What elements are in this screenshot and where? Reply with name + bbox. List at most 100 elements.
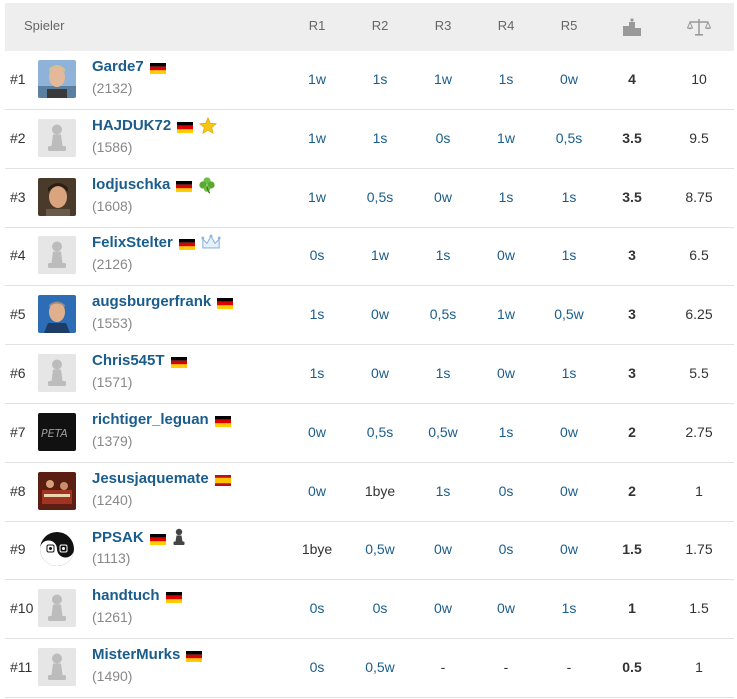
player-name-link[interactable]: PPSAK (92, 528, 186, 546)
table-row[interactable]: #11 MisterMurks (1490) 0s 0,5w - - - 0.5 1 (5, 639, 734, 698)
avatar[interactable] (38, 236, 76, 275)
round-1-result[interactable]: 0s (287, 247, 347, 263)
table-row[interactable]: #7 PETA richtiger_leguan (1379) 0w 0,5s 0,5w 1s… (5, 404, 734, 463)
avatar[interactable] (38, 60, 76, 98)
player-name-link[interactable]: FelixStelter (92, 234, 221, 251)
player-name-link[interactable]: augsburgerfrank (92, 293, 234, 310)
player-name-link[interactable]: richtiger_leguan (92, 411, 231, 428)
round-2-result[interactable]: 1w (350, 247, 410, 263)
round-2-result[interactable]: 0w (350, 365, 410, 381)
player-name-link[interactable]: Garde7 (92, 58, 166, 75)
avatar[interactable] (38, 177, 76, 216)
round-1-result[interactable]: 0w (287, 483, 347, 499)
round-4-result[interactable]: 1w (476, 130, 536, 146)
round-4-result[interactable]: 0w (476, 600, 536, 616)
avatar[interactable] (38, 589, 76, 628)
table-row[interactable]: #2 HAJDUK72 (1586) 1w 1s 0s 1w 0,5s 3.5 9.5 (5, 110, 734, 169)
round-2-result[interactable]: 1s (350, 71, 410, 87)
round-4-result[interactable]: 1s (476, 71, 536, 87)
header-round-3[interactable]: R3 (423, 18, 463, 33)
round-1-result[interactable]: 1w (287, 189, 347, 205)
round-5-result[interactable]: 0w (539, 71, 599, 87)
round-3-result[interactable]: 0,5w (413, 424, 473, 440)
avatar[interactable]: PETA (38, 412, 76, 451)
round-3-result[interactable]: 0s (413, 130, 473, 146)
round-4-result[interactable]: 1s (476, 189, 536, 205)
table-row[interactable]: #3 lodjuschka (1608) 1w 0,5s 0w 1s 1s 3.5 8.75 (5, 169, 734, 228)
round-5-result[interactable]: 0w (539, 541, 599, 557)
table-row[interactable]: #5 augsburgerfrank (1553) 1s 0w 0,5s 1w 0,5w 3 6.… (5, 286, 734, 346)
player-name[interactable]: Jesusjaquemate (92, 470, 209, 487)
round-2-result[interactable]: 1s (350, 130, 410, 146)
round-2-result[interactable]: 0,5w (350, 659, 410, 675)
table-row[interactable]: #1 Garde7 (2132) 1w 1s 1w 1s 0w 4 10 (5, 51, 734, 110)
avatar[interactable] (38, 354, 76, 392)
round-4-result[interactable]: 0s (476, 483, 536, 499)
round-5-result[interactable]: 1s (539, 600, 599, 616)
player-name-link[interactable]: lodjuschka (92, 176, 216, 194)
avatar[interactable] (38, 118, 76, 157)
round-5-result[interactable]: 0,5w (539, 306, 599, 322)
round-2-result[interactable]: 0s (350, 600, 410, 616)
round-1-result[interactable]: 1w (287, 130, 347, 146)
round-3-result[interactable]: 0w (413, 600, 473, 616)
header-player[interactable]: Spieler (24, 18, 64, 33)
avatar[interactable] (38, 471, 76, 510)
round-2-result[interactable]: 0,5s (350, 189, 410, 205)
round-2-result[interactable]: 0,5s (350, 424, 410, 440)
avatar[interactable] (38, 648, 76, 686)
round-5-result[interactable]: 1s (539, 365, 599, 381)
table-row[interactable]: #8 Jesusjaquemate (1240) 0w 1bye 1s 0s 0w 2 1 (5, 463, 734, 522)
round-3-result[interactable]: 1s (413, 247, 473, 263)
player-name[interactable]: MisterMurks (92, 646, 180, 663)
table-row[interactable]: #9 PPSAK (1113) 1bye 0,5w 0w 0s 0w 1.5 1.75 (5, 521, 734, 581)
round-5-result[interactable]: 0w (539, 424, 599, 440)
table-row[interactable]: #6 Chris545T (1571) 1s 0w 1s 0w 1s 3 5.5 (5, 345, 734, 404)
player-name[interactable]: Chris545T (92, 352, 165, 369)
round-5-result[interactable]: 1s (539, 247, 599, 263)
round-1-result[interactable]: 0w (287, 424, 347, 440)
round-3-result[interactable]: 1s (413, 365, 473, 381)
player-name[interactable]: richtiger_leguan (92, 411, 209, 428)
header-round-1[interactable]: R1 (297, 18, 337, 33)
round-5-result[interactable]: 0w (539, 483, 599, 499)
player-name-link[interactable]: Jesusjaquemate (92, 470, 231, 487)
round-3-result[interactable]: 0,5s (413, 306, 473, 322)
round-1-result[interactable]: 1w (287, 71, 347, 87)
round-2-result[interactable]: 0,5w (350, 541, 410, 557)
player-name-link[interactable]: HAJDUK72 (92, 116, 218, 134)
table-row[interactable]: #4 FelixStelter (2126) 0s 1w 1s 0w 1s 3 6.5 (5, 227, 734, 287)
player-name[interactable]: PPSAK (92, 529, 144, 546)
round-3-result[interactable]: 1s (413, 483, 473, 499)
podium-icon[interactable] (617, 13, 647, 41)
header-round-2[interactable]: R2 (360, 18, 400, 33)
round-1-result[interactable]: 0s (287, 659, 347, 675)
round-1-result[interactable]: 0s (287, 600, 347, 616)
round-5-result[interactable]: 1s (539, 189, 599, 205)
table-row[interactable]: #10 handtuch (1261) 0s 0s 0w 0w 1s 1 1.5 (5, 580, 734, 640)
header-round-5[interactable]: R5 (549, 18, 589, 33)
round-3-result[interactable]: 1w (413, 71, 473, 87)
player-name-link[interactable]: handtuch (92, 587, 182, 604)
scales-icon[interactable] (684, 13, 714, 41)
player-name-link[interactable]: Chris545T (92, 352, 187, 369)
round-4-result[interactable]: 0w (476, 247, 536, 263)
player-name-link[interactable]: MisterMurks (92, 646, 203, 663)
round-5-result[interactable]: 0,5s (539, 130, 599, 146)
round-1-result[interactable]: 1s (287, 306, 347, 322)
player-name[interactable]: augsburgerfrank (92, 293, 211, 310)
round-4-result[interactable]: 0s (476, 541, 536, 557)
avatar[interactable] (38, 295, 76, 334)
player-name[interactable]: handtuch (92, 587, 160, 604)
player-name[interactable]: lodjuschka (92, 176, 170, 193)
round-4-result[interactable]: 1w (476, 306, 536, 322)
round-1-result[interactable]: 1s (287, 365, 347, 381)
header-round-4[interactable]: R4 (486, 18, 526, 33)
player-name[interactable]: FelixStelter (92, 234, 173, 251)
round-4-result[interactable]: 0w (476, 365, 536, 381)
round-3-result[interactable]: 0w (413, 189, 473, 205)
avatar[interactable] (38, 530, 76, 569)
player-name[interactable]: HAJDUK72 (92, 117, 171, 134)
round-4-result[interactable]: 1s (476, 424, 536, 440)
round-2-result[interactable]: 0w (350, 306, 410, 322)
